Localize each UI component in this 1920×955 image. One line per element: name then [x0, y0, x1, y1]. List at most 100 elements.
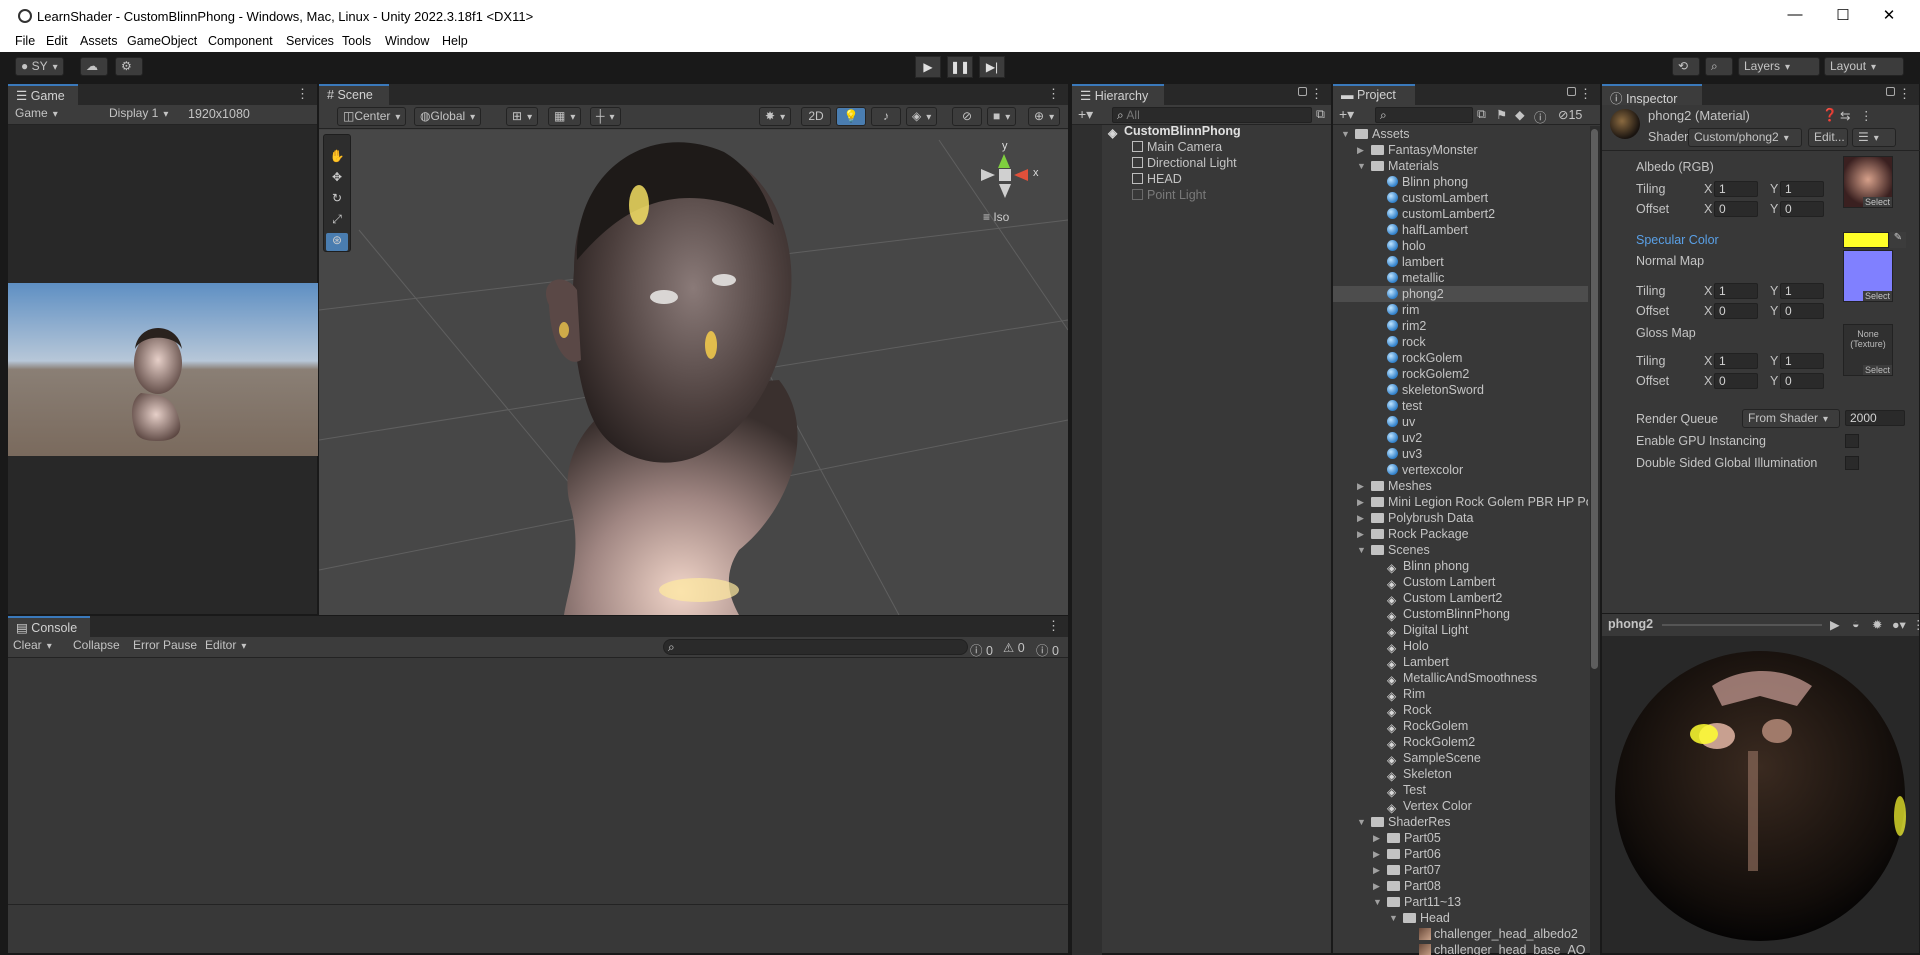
chevron-right-icon[interactable]: ▶	[1357, 526, 1369, 542]
project-asset-row[interactable]: ◈ MetallicAndSmoothness	[1333, 670, 1588, 686]
project-asset-row[interactable]: Blinn phong	[1333, 174, 1588, 190]
toggle-2d-button[interactable]: 2D	[801, 107, 831, 126]
gizmo-neg-x-arrow[interactable]	[981, 169, 995, 181]
lock-icon[interactable]	[1298, 87, 1307, 96]
project-asset-row[interactable]: rim	[1333, 302, 1588, 318]
normal-tiling-y-field[interactable]: 1	[1780, 283, 1824, 299]
warning-count[interactable]: ⚠ 0	[1003, 640, 1025, 655]
project-asset-row[interactable]: test	[1333, 398, 1588, 414]
draw-mode-dropdown[interactable]: ✸	[759, 107, 792, 126]
editor-dropdown[interactable]: Editor	[200, 637, 251, 656]
collab-icon[interactable]: ⚙	[115, 57, 143, 76]
scene-menu-icon[interactable]: ⋮	[1047, 86, 1060, 102]
menu-file[interactable]: File	[15, 34, 35, 48]
chevron-down-icon[interactable]: ▼	[1341, 126, 1353, 142]
project-asset-row[interactable]: uv2	[1333, 430, 1588, 446]
presets-icon[interactable]: ⇆	[1840, 108, 1850, 123]
layers-dropdown[interactable]: Layers	[1738, 57, 1820, 76]
search-by-type-icon[interactable]: ⧉	[1477, 107, 1486, 122]
project-asset-row[interactable]: ◈ RockGolem	[1333, 718, 1588, 734]
hierarchy-menu-icon[interactable]: ⋮	[1310, 86, 1323, 102]
project-asset-row[interactable]: ◈ Blinn phong	[1333, 558, 1588, 574]
error-count[interactable]: ⓘ 0	[1036, 640, 1059, 659]
transform-tool-icon[interactable]: ⊛	[326, 233, 348, 251]
project-scroll-thumb[interactable]	[1591, 129, 1598, 669]
project-folder-row[interactable]: ▼ ShaderRes	[1333, 814, 1588, 830]
project-asset-row[interactable]: vertexcolor	[1333, 462, 1588, 478]
project-search-input[interactable]: ⌕	[1375, 107, 1473, 123]
gizmo-center[interactable]	[999, 169, 1011, 181]
hidden-objects-icon[interactable]: ⊘	[952, 107, 982, 126]
menu-tools[interactable]: Tools	[342, 34, 371, 48]
chevron-right-icon[interactable]: ▶	[1373, 862, 1385, 878]
project-scrollbar[interactable]	[1590, 126, 1600, 955]
console-search-input[interactable]: ⌕	[663, 639, 968, 655]
chevron-down-icon[interactable]: ▼	[1373, 894, 1385, 910]
gizmo-y-arrow[interactable]	[998, 154, 1010, 168]
cloud-icon[interactable]: ☁	[80, 57, 108, 76]
albedo-texture-slot[interactable]: Select	[1843, 156, 1893, 208]
normal-select-button[interactable]: Select	[1862, 291, 1892, 301]
project-asset-row[interactable]: lambert	[1333, 254, 1588, 270]
error-pause-button[interactable]: Error Pause	[128, 637, 202, 656]
tab-console[interactable]: ▤ Console	[8, 616, 90, 637]
albedo-tiling-x-field[interactable]: 1	[1714, 181, 1758, 197]
space-dropdown[interactable]: ◍Global	[414, 107, 482, 126]
game-viewport[interactable]	[8, 283, 318, 456]
info-filter-icon[interactable]: ⓘ	[1534, 107, 1547, 126]
project-asset-row[interactable]: ◈ CustomBlinnPhong	[1333, 606, 1588, 622]
project-asset-row[interactable]: rim2	[1333, 318, 1588, 334]
orientation-gizmo[interactable]: y x ≡ Iso	[979, 140, 1059, 230]
search-by-label-icon[interactable]: ⚑	[1496, 107, 1507, 122]
albedo-select-button[interactable]: Select	[1862, 197, 1892, 207]
project-folder-row[interactable]: ▼ Materials	[1333, 158, 1588, 174]
tab-hierarchy[interactable]: ☰ Hierarchy	[1072, 84, 1164, 105]
hierarchy-search-input[interactable]: ⌕ All	[1112, 107, 1312, 123]
effects-dropdown[interactable]: ◈	[906, 107, 938, 126]
game-menu-icon[interactable]: ⋮	[296, 86, 309, 102]
pause-button[interactable]: ❚❚	[947, 56, 973, 78]
help-icon[interactable]: ❓	[1822, 108, 1838, 123]
project-menu-icon[interactable]: ⋮	[1579, 86, 1592, 102]
project-asset-row[interactable]: ◈ Rock	[1333, 702, 1588, 718]
lock-icon[interactable]	[1886, 87, 1895, 96]
step-button[interactable]: ▶|	[979, 56, 1005, 78]
project-asset-row[interactable]: ◈ Custom Lambert2	[1333, 590, 1588, 606]
chevron-right-icon[interactable]: ▶	[1357, 494, 1369, 510]
grid-visibility-button[interactable]: ▦	[548, 107, 582, 126]
inspector-overflow-icon[interactable]: ⋮	[1860, 108, 1873, 123]
gloss-tiling-y-field[interactable]: 1	[1780, 353, 1824, 369]
history-icon[interactable]: ⟲	[1672, 57, 1700, 76]
lighting-toggle-icon[interactable]: 💡	[836, 107, 866, 126]
clear-button[interactable]: Clear	[8, 637, 57, 656]
project-asset-row[interactable]: challenger_head_albedo2	[1333, 926, 1588, 942]
project-asset-row[interactable]: ◈ SampleScene	[1333, 750, 1588, 766]
console-menu-icon[interactable]: ⋮	[1047, 618, 1060, 634]
normal-map-slot[interactable]: Select	[1843, 250, 1893, 302]
preview-menu-icon[interactable]: ⋮	[1912, 617, 1920, 632]
projection-toggle[interactable]: ≡ Iso	[983, 210, 1009, 224]
search-icon[interactable]: ⌕	[1705, 57, 1733, 76]
project-asset-row[interactable]: halfLambert	[1333, 222, 1588, 238]
maximize-button[interactable]: ☐	[1828, 6, 1858, 26]
shader-dropdown[interactable]: Custom/phong2	[1688, 128, 1802, 147]
chevron-right-icon[interactable]: ▶	[1373, 830, 1385, 846]
layout-dropdown[interactable]: Layout	[1824, 57, 1904, 76]
project-folder-row[interactable]: ▼ Assets	[1333, 126, 1588, 142]
chevron-right-icon[interactable]: ▶	[1357, 142, 1369, 158]
menu-assets[interactable]: Assets	[80, 34, 118, 48]
menu-component[interactable]: Component	[208, 34, 273, 48]
move-tool-icon[interactable]: ✥	[326, 170, 348, 188]
gloss-tiling-x-field[interactable]: 1	[1714, 353, 1758, 369]
edit-shader-button[interactable]: Edit...	[1808, 128, 1848, 147]
audio-toggle-icon[interactable]: ♪	[871, 107, 901, 126]
project-folder-row[interactable]: ▶ FantasyMonster	[1333, 142, 1588, 158]
albedo-offset-y-field[interactable]: 0	[1780, 201, 1824, 217]
tab-project[interactable]: ▬ Project	[1333, 84, 1415, 105]
project-asset-row[interactable]: rock	[1333, 334, 1588, 350]
normal-offset-x-field[interactable]: 0	[1714, 303, 1758, 319]
inspector-menu-icon[interactable]: ⋮	[1898, 86, 1911, 102]
preview-light-icon[interactable]: ✹	[1872, 617, 1882, 632]
gizmos-dropdown[interactable]: ⊕	[1028, 107, 1061, 126]
render-queue-field[interactable]: 2000	[1845, 410, 1905, 426]
